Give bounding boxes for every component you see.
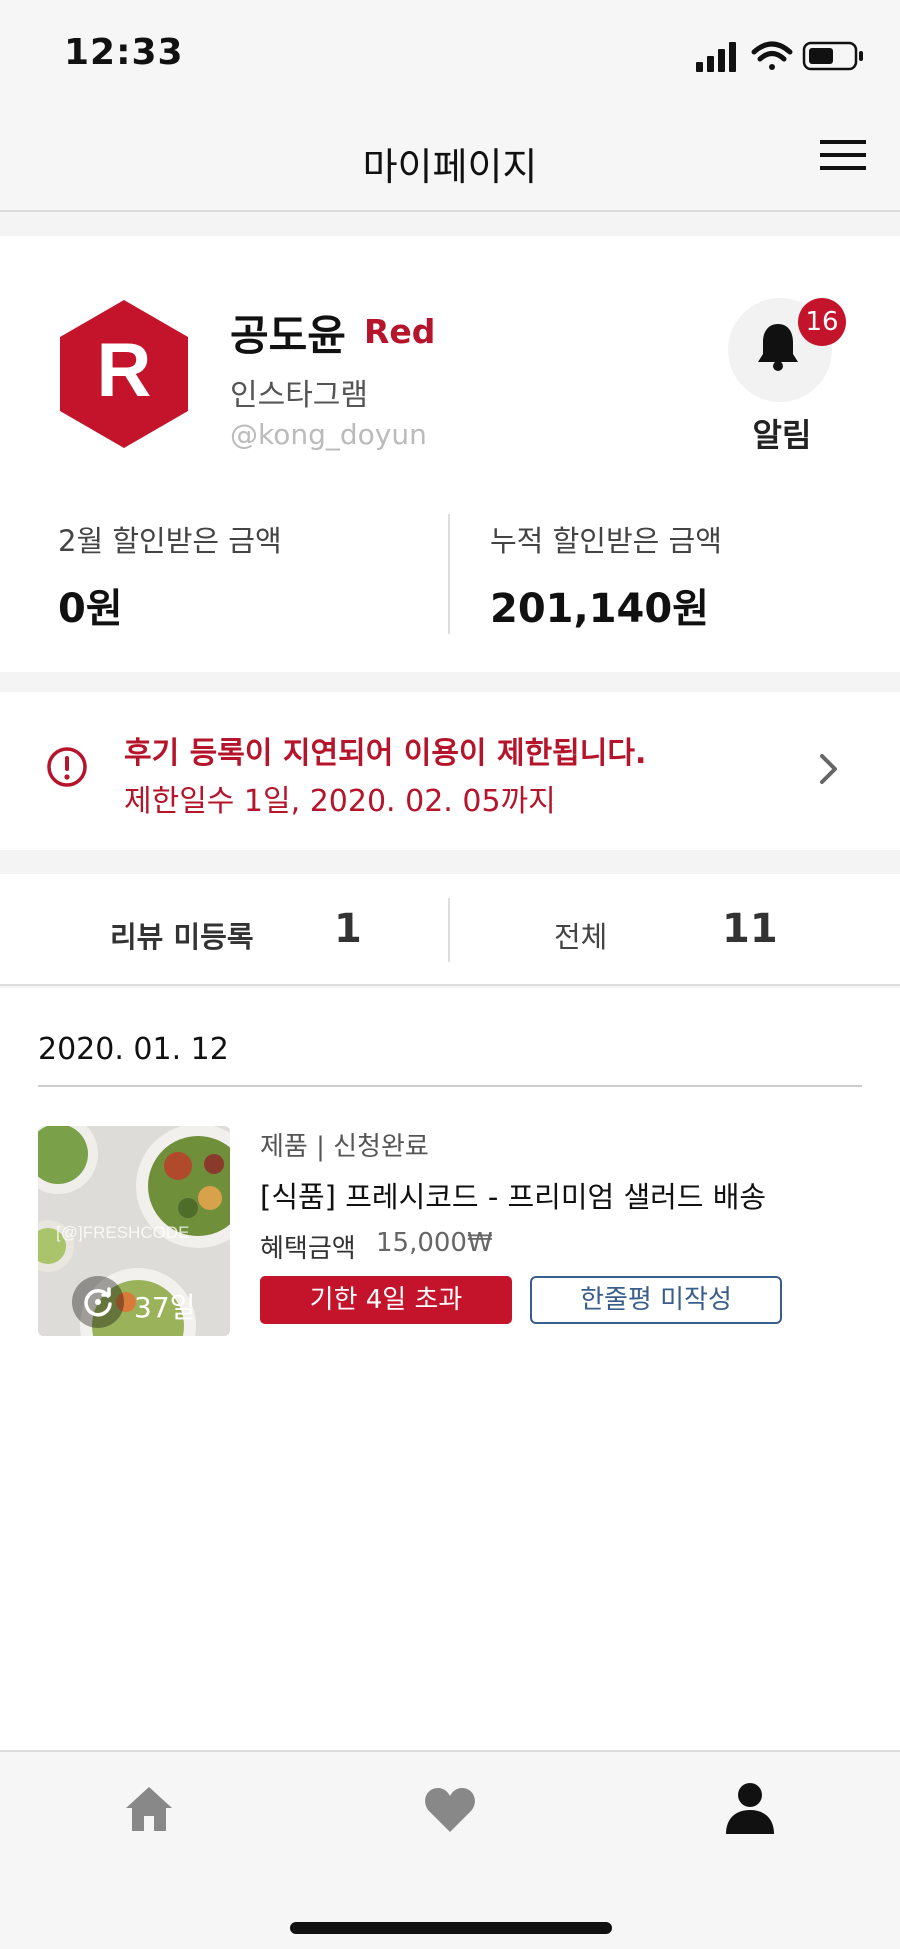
benefit-value: 15,000₩	[376, 1228, 493, 1258]
campaign-list: 2020. 01. 12 [@]FRESHCODE 37일 제품 | 신청완료 …	[0, 988, 900, 1750]
benefit-label: 혜택금액	[260, 1234, 356, 1264]
battery-icon	[802, 41, 863, 71]
status-bar: 12:33	[0, 0, 900, 110]
unregistered-review-count: 1	[334, 906, 362, 952]
bottom-nav	[0, 1750, 900, 1949]
user-grade: Red	[364, 312, 436, 351]
status-time: 12:33	[64, 32, 184, 73]
all-review-label: 전체	[554, 920, 608, 954]
notification-badge: 16	[798, 298, 846, 346]
home-icon[interactable]	[124, 1784, 174, 1834]
signal-icon	[696, 42, 736, 72]
item-title: [식품] 프레시코드 - 프리미엄 샐러드 배송	[260, 1180, 767, 1214]
list-item[interactable]: [@]FRESHCODE 37일 제품 | 신청완료 [식품] 프레시코드 - …	[38, 1126, 862, 1340]
unregistered-review-label: 리뷰 미등록	[110, 920, 254, 954]
profile-card: R 공도윤 Red 인스타그램 @kong_doyun 16 알림 2월 할인받…	[0, 236, 900, 672]
all-review-tab[interactable]: 전체 11	[450, 874, 900, 986]
grade-avatar: R	[60, 300, 188, 448]
all-review-count: 11	[722, 906, 778, 952]
home-indicator[interactable]	[290, 1922, 612, 1934]
notification-label: 알림	[752, 416, 812, 454]
page-title: 마이페이지	[362, 145, 538, 189]
app-header: 마이페이지	[0, 100, 900, 212]
notification-button[interactable]: 16 알림	[726, 298, 846, 454]
wifi-icon	[751, 41, 793, 70]
elapsed-days: 37일	[134, 1291, 196, 1324]
overdue-badge: 기한 4일 초과	[260, 1276, 512, 1324]
timer-icon	[72, 1276, 124, 1328]
total-discount-value: 201,140원	[490, 586, 709, 632]
stat-divider	[448, 514, 450, 634]
status-icons	[696, 41, 863, 72]
write-review-button[interactable]: 한줄평 미작성	[530, 1276, 782, 1324]
unregistered-review-tab[interactable]: 리뷰 미등록 1	[0, 874, 448, 986]
total-discount-label: 누적 할인받은 금액	[490, 524, 722, 558]
bell-icon	[758, 324, 798, 371]
restriction-warning[interactable]: 후기 등록이 지연되어 이용이 제한됩니다. 제한일수 1일, 2020. 02…	[0, 692, 900, 850]
heart-icon[interactable]	[424, 1786, 476, 1834]
avatar-letter: R	[97, 328, 152, 413]
warning-subtitle: 제한일수 1일, 2020. 02. 05까지	[124, 784, 556, 819]
hamburger-menu-icon[interactable]	[820, 138, 866, 172]
review-summary: 리뷰 미등록 1 전체 11	[0, 874, 900, 986]
user-icon[interactable]	[724, 1782, 776, 1834]
sns-handle: @kong_doyun	[230, 418, 427, 451]
date-label: 2020. 01. 12	[38, 1032, 229, 1067]
product-thumbnail: [@]FRESHCODE 37일	[38, 1126, 230, 1336]
warning-title: 후기 등록이 지연되어 이용이 제한됩니다.	[124, 736, 647, 771]
svg-text:[@]FRESHCODE: [@]FRESHCODE	[56, 1223, 189, 1242]
chevron-right-icon	[820, 754, 837, 784]
date-divider	[38, 1085, 862, 1087]
monthly-discount-label: 2월 할인받은 금액	[58, 524, 282, 558]
user-name: 공도윤	[230, 311, 346, 360]
sns-label: 인스타그램	[230, 378, 368, 413]
item-meta: 제품 | 신청완료	[260, 1132, 429, 1162]
alert-circle-icon	[47, 747, 87, 787]
monthly-discount-value: 0원	[58, 586, 123, 632]
